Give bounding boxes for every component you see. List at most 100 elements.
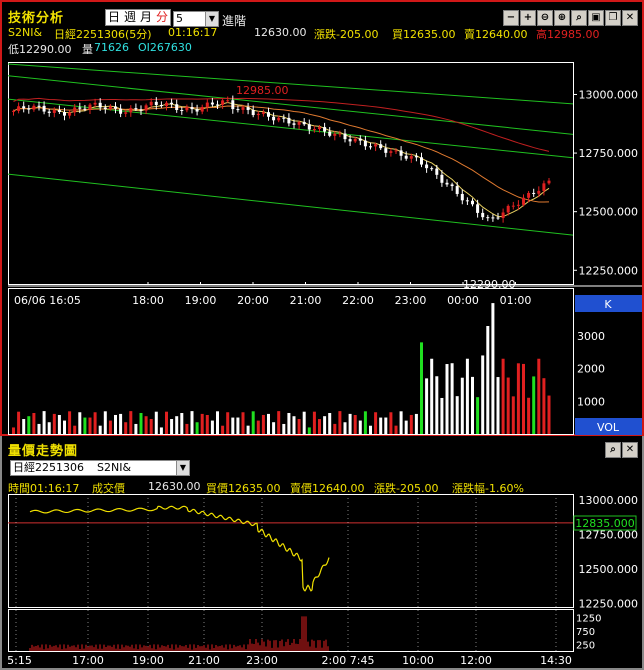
candle-body: [165, 102, 168, 107]
volume-bar: [267, 413, 270, 434]
tab-vol-label: VOL: [597, 421, 620, 434]
candle-body: [134, 108, 138, 110]
volume-bar: [98, 425, 102, 434]
volume-bar: [399, 411, 403, 434]
zoom-out-icon[interactable]: ⊖: [537, 10, 553, 26]
candle-body: [384, 148, 388, 153]
trend-x-tick-label: 14:30: [540, 654, 572, 667]
volume-bar: [527, 397, 531, 434]
period-minute-button[interactable]: 分: [154, 10, 171, 25]
plus-icon[interactable]: +: [520, 10, 536, 26]
search-icon[interactable]: ⌕: [571, 10, 587, 26]
last-price: 12630.00: [254, 26, 307, 39]
volume-bar: [297, 418, 301, 434]
volume-bar: [114, 414, 117, 434]
channel-line: [8, 75, 574, 135]
y-tick-label: 12750.000: [579, 147, 639, 160]
candle-body: [471, 200, 474, 205]
volume-bar: [124, 422, 128, 434]
x-tick-label: 23:00: [395, 294, 427, 307]
chart-toolbar: − + ⊖ ⊕ ⌕ ▣ ❐ ✕: [503, 10, 638, 26]
x-tick-label: 22:00: [342, 294, 374, 307]
candle-body: [256, 113, 260, 116]
moving-average-line: [13, 97, 550, 152]
trend-info-bar: 時間01:16:17 成交價 12630.00 買價12635.00 賣價126…: [8, 480, 642, 495]
symbol-code: S2NI&: [8, 26, 43, 39]
candle-body: [272, 116, 276, 121]
candle-body: [119, 108, 123, 114]
volume-bar: [430, 358, 434, 434]
zoom-in-icon[interactable]: ⊕: [554, 10, 570, 26]
x-tick-label: 01:00: [500, 294, 532, 307]
volume-bar: [287, 412, 291, 434]
candle-body: [154, 101, 158, 105]
volume-bar: [455, 396, 459, 434]
volume-bar: [460, 377, 464, 434]
symbol-select[interactable]: 日經2251306 S2NI& ▼: [10, 460, 190, 476]
candle-body: [430, 168, 434, 170]
x-tick-label: 00:00: [447, 294, 479, 307]
trend-panel-title: 量價走勢圖: [8, 444, 79, 459]
search-icon[interactable]: ⌕: [605, 442, 621, 458]
candle-body: [139, 109, 143, 111]
volume-bar: [516, 363, 520, 434]
candle-body: [190, 107, 194, 110]
price-volume-chart[interactable]: 13000.000 12750.000 12500.000 12250.000 18:0…: [8, 62, 642, 436]
candle-body: [302, 121, 306, 125]
ask-price: 賣12640.00: [464, 28, 528, 41]
open-interest: OI267630: [138, 41, 192, 54]
volume-bar: [251, 411, 255, 434]
trend-y-tick-label: 12250.000: [579, 597, 639, 610]
price-trend-panel: 量價走勢圖 ⌕ ✕ 日經2251306 S2NI& ▼ 時間01:16:17 成…: [0, 436, 644, 670]
trend-x-tick-label: 23:00: [246, 654, 278, 667]
volume-bar: [486, 326, 490, 434]
x-tick-label: 19:00: [185, 294, 217, 307]
candle-body: [394, 150, 398, 152]
candle-body: [175, 104, 179, 111]
minus-icon[interactable]: −: [503, 10, 519, 26]
volume-bar: [384, 417, 388, 434]
candle-body: [425, 164, 429, 169]
volume-bar: [277, 411, 281, 434]
channel-line: [8, 173, 574, 236]
trend-vol-tick-label: 250: [576, 640, 595, 651]
chart-area: 13000.000 12750.000 12500.000 12250.000 18:0…: [8, 62, 642, 438]
volume-bar: [333, 423, 337, 434]
candle-body: [333, 133, 337, 136]
volume-bar: [47, 422, 51, 434]
volume-bar: [420, 342, 423, 434]
chevron-down-icon: ▼: [176, 461, 189, 475]
volume-bar: [37, 423, 41, 434]
technical-analysis-titlebar: 技術分析 日 週 月 分 5 ▼ 進階 − + ⊖ ⊕ ⌕ ▣ ❐ ✕: [4, 4, 642, 28]
close-icon[interactable]: ✕: [622, 10, 638, 26]
candle-body: [17, 106, 21, 111]
period-month-button[interactable]: 月: [138, 10, 154, 25]
candle-body: [445, 182, 449, 185]
volume-bar: [282, 423, 286, 434]
volume-bar: [170, 419, 174, 434]
candle-body: [292, 123, 296, 125]
volume-bar: [307, 427, 311, 434]
panel-title: 技術分析: [8, 11, 65, 26]
candle-body: [312, 129, 316, 131]
price-trend-chart[interactable]: 13000.00012750.00012500.00012250.00015:1…: [8, 494, 642, 668]
candle-body: [379, 144, 383, 149]
volume-bar: [154, 411, 158, 434]
volume-bar: [175, 416, 179, 434]
period-week-button[interactable]: 週: [122, 10, 138, 25]
volume-bar: [195, 422, 199, 434]
close-icon[interactable]: ✕: [622, 442, 638, 458]
y-tick-label: 12500.000: [579, 206, 639, 219]
candle-body: [22, 106, 26, 109]
volume-bar: [450, 363, 454, 434]
volume-bar: [180, 413, 184, 434]
low-price: 低12290.00: [8, 43, 72, 56]
candle-body: [506, 205, 510, 213]
interval-select[interactable]: 5 ▼: [173, 11, 219, 27]
period-day-button[interactable]: 日: [106, 10, 122, 25]
restore-icon[interactable]: ❐: [605, 10, 621, 26]
volume-bar: [119, 413, 123, 434]
candle-body: [114, 106, 117, 109]
volume-bar: [318, 419, 321, 434]
save-icon[interactable]: ▣: [588, 10, 604, 26]
